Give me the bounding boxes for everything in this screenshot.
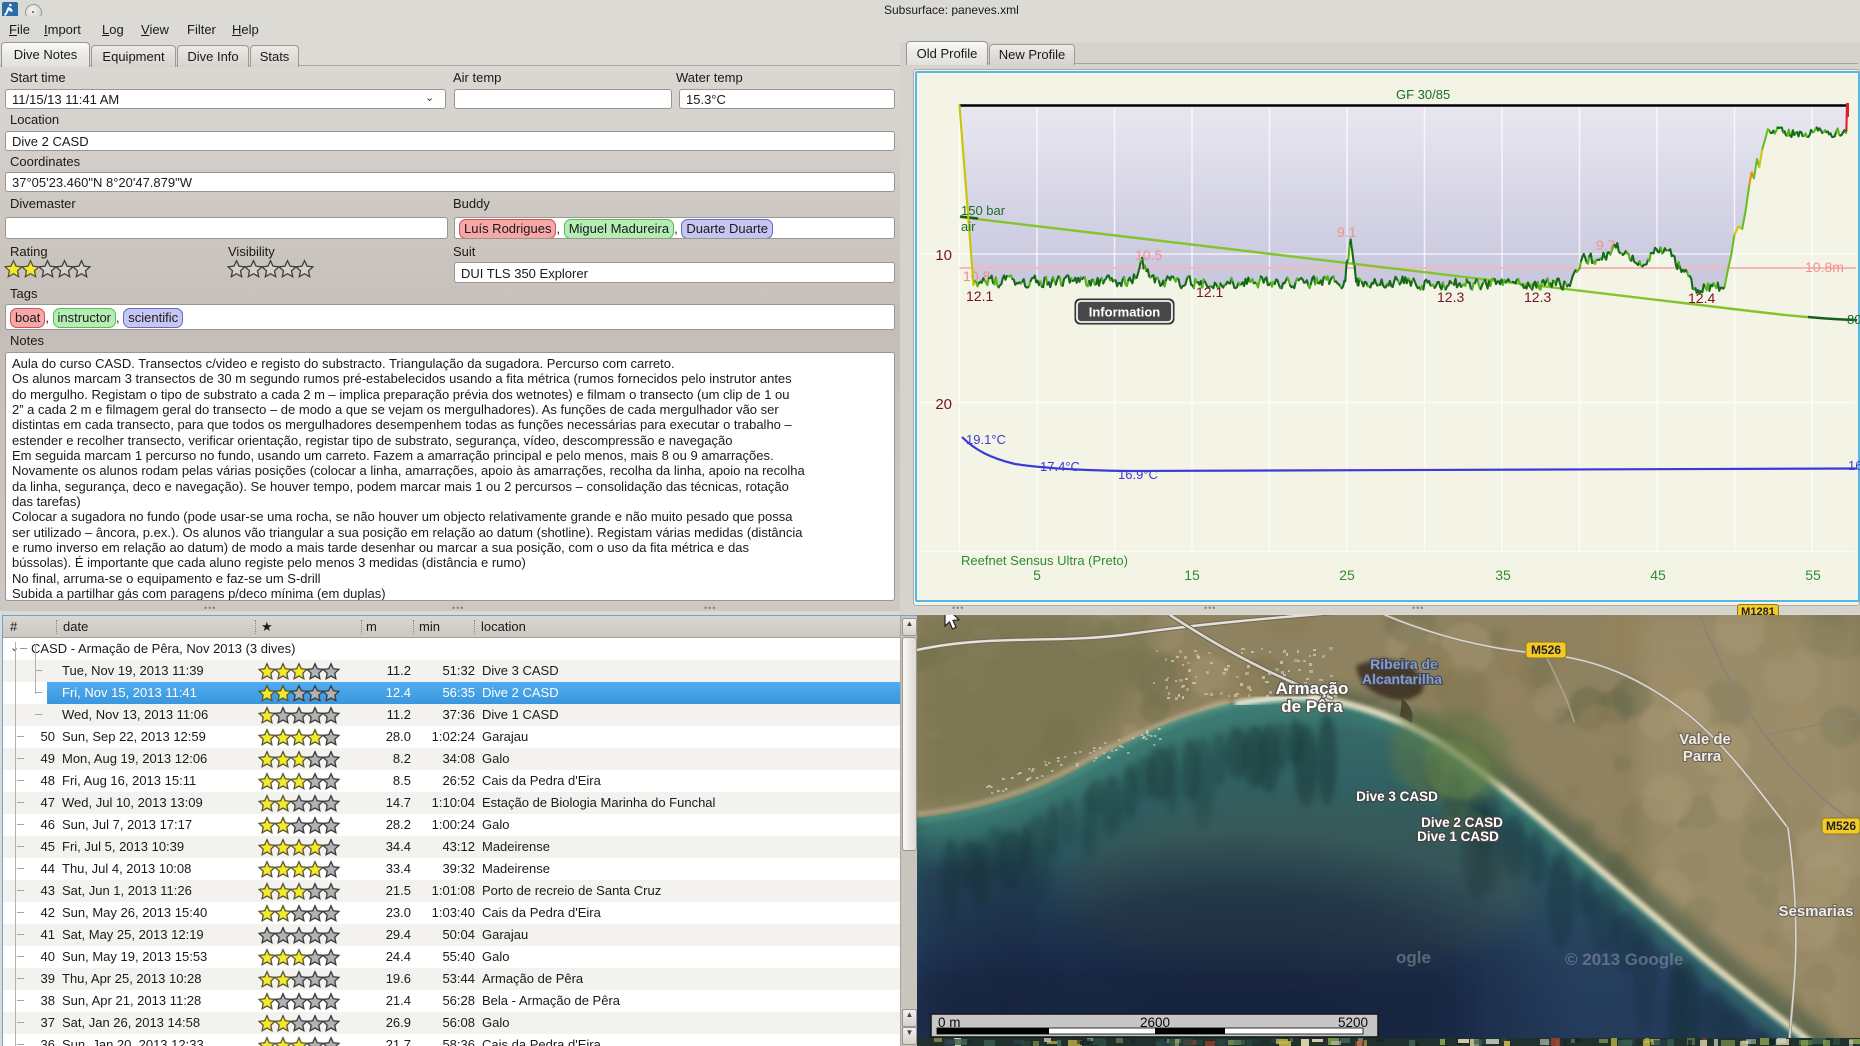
svg-text:35: 35 bbox=[1495, 567, 1511, 583]
svg-text:5: 5 bbox=[1033, 567, 1041, 583]
svg-text:Armação: Armação bbox=[1276, 679, 1349, 698]
svg-text:Ribeira de: Ribeira de bbox=[1370, 656, 1438, 672]
svg-text:Information: Information bbox=[1089, 305, 1161, 320]
svg-text:9.7: 9.7 bbox=[1596, 237, 1616, 253]
svg-text:10: 10 bbox=[935, 247, 952, 264]
svg-text:12.1: 12.1 bbox=[966, 288, 993, 304]
svg-text:10.5: 10.5 bbox=[1135, 247, 1162, 263]
svg-text:© 2013 Google: © 2013 Google bbox=[1565, 950, 1683, 969]
svg-text:Dive 2 CASD: Dive 2 CASD bbox=[1421, 815, 1503, 830]
svg-text:GF 30/85: GF 30/85 bbox=[1396, 87, 1450, 102]
svg-text:45: 45 bbox=[1650, 567, 1666, 583]
svg-text:12.3: 12.3 bbox=[1524, 289, 1551, 305]
svg-text:M526: M526 bbox=[1531, 643, 1561, 657]
svg-text:12.1: 12.1 bbox=[1196, 284, 1223, 300]
svg-text:19.1°C: 19.1°C bbox=[966, 432, 1006, 447]
svg-text:Reefnet Sensus Ultra (Preto): Reefnet Sensus Ultra (Preto) bbox=[961, 553, 1128, 568]
svg-text:16.9°C: 16.9°C bbox=[1118, 467, 1158, 482]
svg-text:12.3: 12.3 bbox=[1437, 289, 1464, 305]
svg-text:Vale de: Vale de bbox=[1679, 731, 1731, 748]
svg-text:air: air bbox=[961, 219, 976, 234]
svg-text:80: 80 bbox=[1847, 312, 1860, 327]
svg-text:Parra: Parra bbox=[1683, 748, 1722, 765]
svg-text:Alcantarilha: Alcantarilha bbox=[1362, 671, 1442, 687]
svg-text:9.1: 9.1 bbox=[1337, 224, 1357, 240]
svg-text:15: 15 bbox=[1184, 567, 1200, 583]
svg-text:ogle: ogle bbox=[1396, 948, 1431, 967]
svg-text:M526: M526 bbox=[1826, 819, 1856, 833]
svg-text:de Pêra: de Pêra bbox=[1281, 697, 1343, 716]
svg-text:55: 55 bbox=[1805, 567, 1821, 583]
svg-text:17.4°C: 17.4°C bbox=[1040, 459, 1080, 474]
svg-text:25: 25 bbox=[1339, 567, 1355, 583]
svg-text:10.8m: 10.8m bbox=[1805, 259, 1844, 275]
svg-text:Dive 3 CASD: Dive 3 CASD bbox=[1356, 789, 1438, 804]
svg-text:150 bar: 150 bar bbox=[961, 203, 1006, 218]
svg-text:20: 20 bbox=[935, 396, 952, 413]
svg-text:16: 16 bbox=[1848, 458, 1860, 473]
svg-text:Sesmarias: Sesmarias bbox=[1778, 903, 1853, 920]
svg-text:12.4: 12.4 bbox=[1688, 290, 1715, 306]
svg-text:Dive 1 CASD: Dive 1 CASD bbox=[1417, 829, 1499, 844]
